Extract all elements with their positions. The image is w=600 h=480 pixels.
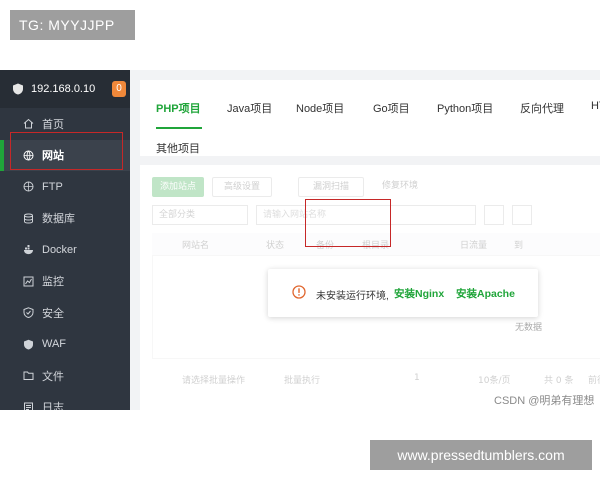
col-site-name[interactable]: 网站名 <box>182 238 209 251</box>
website-highlight-box <box>10 132 123 170</box>
install-nginx-link[interactable]: 安装Nginx <box>394 286 444 301</box>
sidebar-item-label: 安全 <box>42 307 64 320</box>
sidebar-item-database[interactable]: 数据库 <box>0 203 130 235</box>
sidebar-item-label: 日志 <box>42 402 64 410</box>
app-window: 192.168.0.10 0 首页 网站 FTP 数据库 Docker 监控 安… <box>0 70 600 410</box>
tab-html[interactable]: HT <box>591 100 600 112</box>
log-icon <box>22 401 34 410</box>
sidebar-item-logs[interactable]: 日志 <box>0 392 130 410</box>
sidebar-item-label: FTP <box>42 180 63 193</box>
sidebar-item-waf[interactable]: WAF <box>0 329 130 361</box>
tab-php[interactable]: PHP项目 <box>156 100 201 116</box>
notification-badge[interactable]: 0 <box>112 81 126 97</box>
site-watermark: www.pressedtumblers.com <box>370 440 592 470</box>
warning-icon <box>292 285 306 299</box>
apache-highlight-box <box>305 199 391 247</box>
sidebar-item-files[interactable]: 文件 <box>0 360 130 392</box>
sidebar-item-security[interactable]: 安全 <box>0 297 130 329</box>
docker-icon <box>22 244 34 256</box>
add-site-button[interactable]: 添加站点 <box>152 177 204 197</box>
active-tab-indicator <box>156 127 202 129</box>
folder-icon <box>22 370 34 382</box>
refresh-icon[interactable] <box>484 205 504 225</box>
tab-python[interactable]: Python项目 <box>437 100 493 116</box>
sidebar-item-label: 文件 <box>42 370 64 383</box>
tab-reverse-proxy[interactable]: 反向代理 <box>520 100 564 116</box>
install-apache-link[interactable]: 安装Apache <box>456 286 515 301</box>
monitor-icon <box>22 275 34 287</box>
server-header[interactable]: 192.168.0.10 0 <box>0 70 130 108</box>
install-env-dialog: 未安装运行环境, 安装Nginx 安装Apache <box>268 269 538 317</box>
tg-watermark: TG: MYYJJPP <box>10 10 135 40</box>
shield-icon <box>22 307 34 319</box>
sidebar-item-docker[interactable]: Docker <box>0 234 130 266</box>
advanced-settings-button[interactable]: 高级设置 <box>212 177 272 197</box>
dialog-message: 未安装运行环境, <box>316 291 389 302</box>
tab-other[interactable]: 其他项目 <box>156 140 200 156</box>
sidebar-item-label: 数据库 <box>42 213 75 226</box>
col-traffic: 日流量 <box>460 241 488 251</box>
sidebar-item-label: Docker <box>42 243 77 256</box>
ftp-icon <box>22 181 34 193</box>
batch-execute-button[interactable]: 批量执行 <box>284 373 320 386</box>
server-shield-icon <box>13 83 23 95</box>
tab-node[interactable]: Node项目 <box>296 100 344 116</box>
sidebar-item-label: WAF <box>42 338 67 351</box>
tab-java[interactable]: Java项目 <box>227 100 272 116</box>
fix-env-button[interactable]: 修复环境 <box>372 177 428 197</box>
table-footer: 请选择批量操作 批量执行 1 10条/页 共 0 条 前往 <box>152 368 600 390</box>
vuln-scan-button[interactable]: 漏洞扫描 <box>298 177 364 197</box>
screenshot-canvas: TG: MYYJJPP 192.168.0.10 0 首页 网站 FTP 数据库… <box>0 0 600 480</box>
sidebar: 192.168.0.10 0 首页 网站 FTP 数据库 Docker 监控 安… <box>0 70 130 410</box>
goto-page[interactable]: 前往 <box>588 373 600 386</box>
sidebar-item-label: 首页 <box>42 118 64 131</box>
gear-icon[interactable] <box>512 205 532 225</box>
csdn-watermark: CSDN @明弟有理想 <box>494 395 595 407</box>
page-current[interactable]: 1 <box>414 373 420 383</box>
home-icon <box>22 118 34 130</box>
no-data-text: 无数据 <box>515 322 543 332</box>
database-icon <box>22 212 34 224</box>
sidebar-item-label: 监控 <box>42 276 64 289</box>
batch-select[interactable]: 请选择批量操作 <box>182 373 245 386</box>
col-expire: 到 <box>514 241 524 251</box>
project-tabs: PHP项目 Java项目 Node项目 Go项目 Python项目 反向代理 H… <box>140 80 600 156</box>
page-size-select[interactable]: 10条/页 <box>478 373 511 386</box>
waf-icon <box>22 338 34 350</box>
category-select[interactable]: 全部分类 <box>152 205 248 225</box>
col-status[interactable]: 状态 <box>266 238 284 251</box>
sidebar-item-monitor[interactable]: 监控 <box>0 266 130 298</box>
total-count: 共 0 条 <box>544 376 574 386</box>
sidebar-item-ftp[interactable]: FTP <box>0 171 130 203</box>
tab-go[interactable]: Go项目 <box>373 100 410 116</box>
server-ip: 192.168.0.10 <box>31 83 96 95</box>
